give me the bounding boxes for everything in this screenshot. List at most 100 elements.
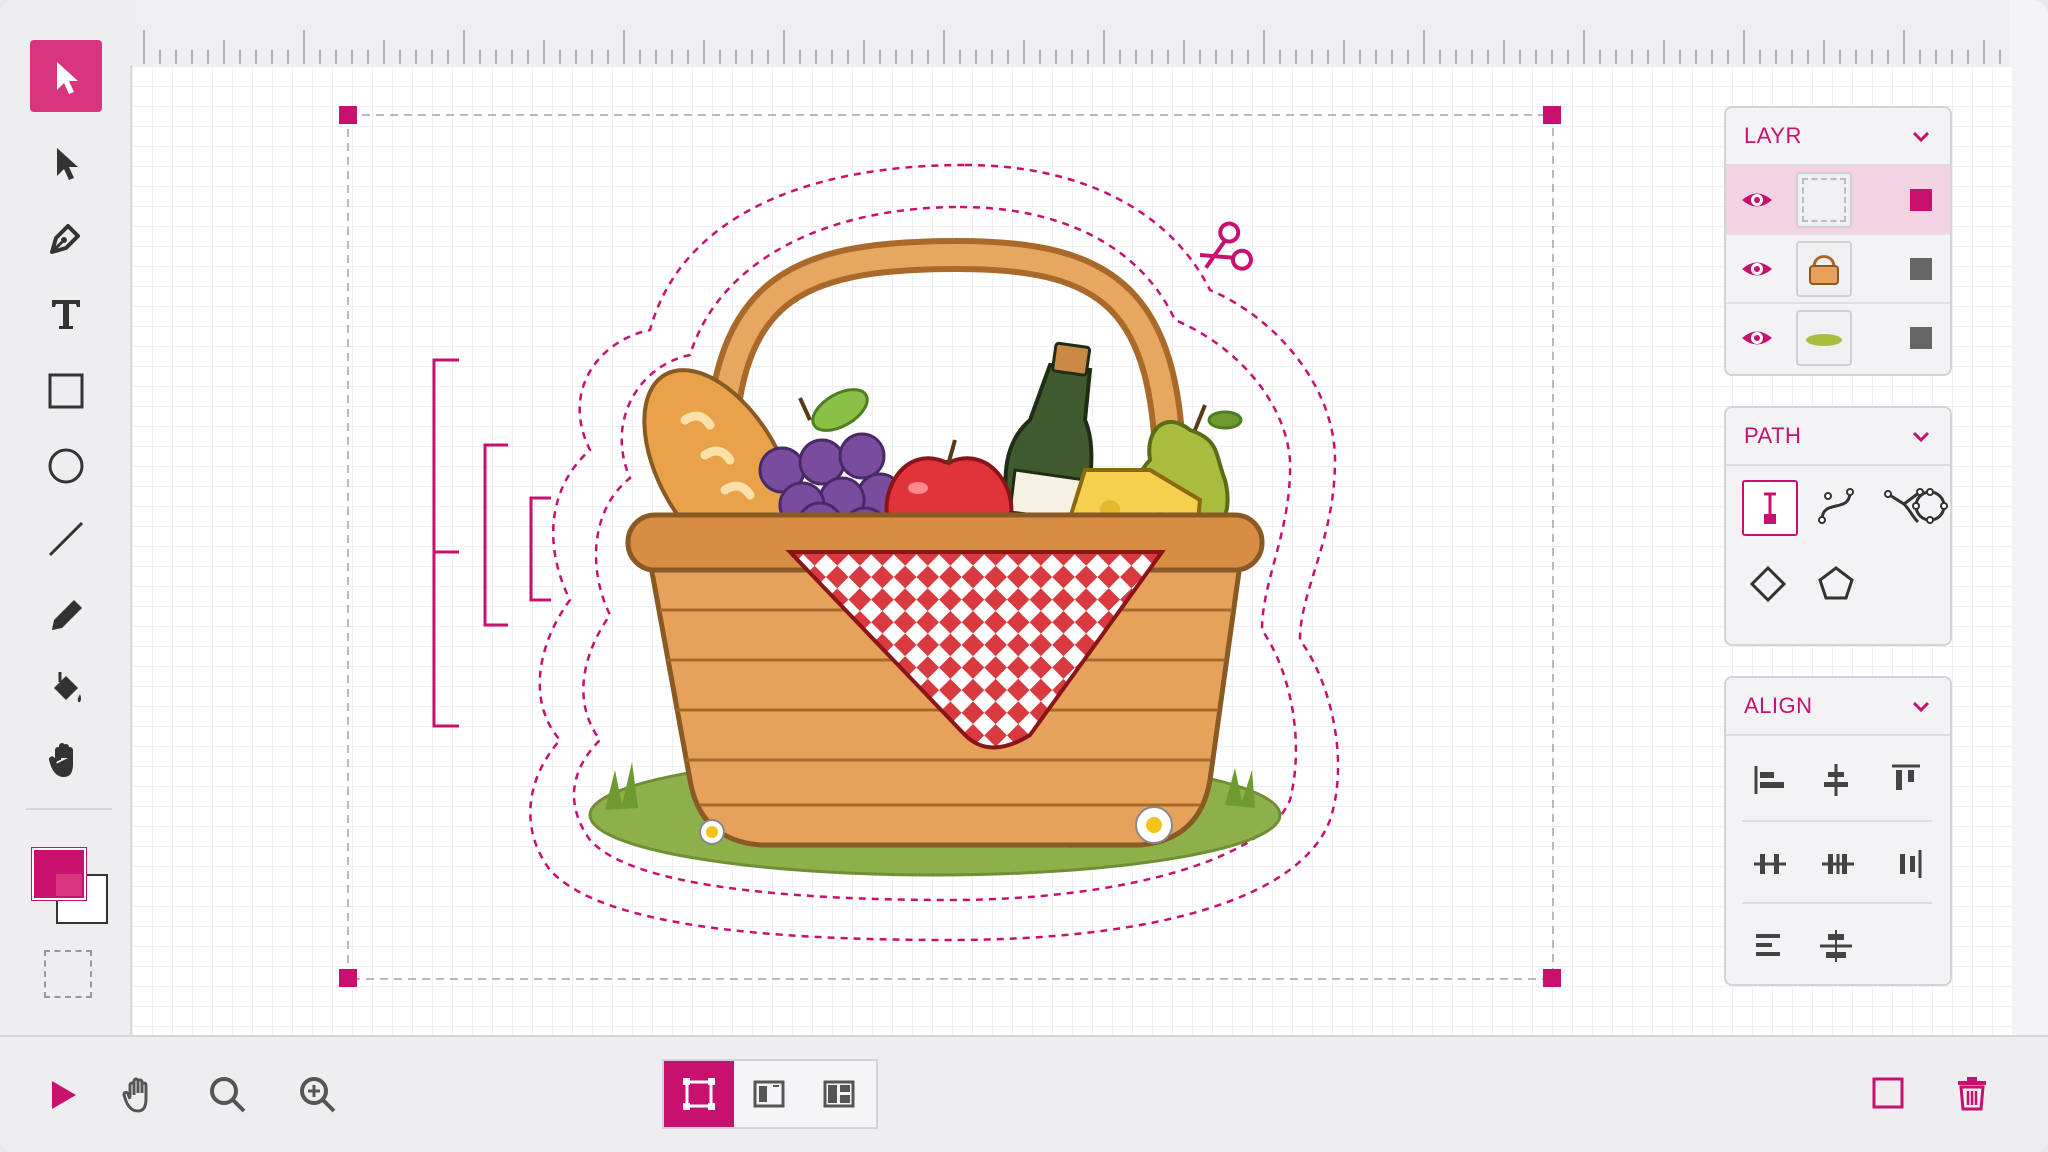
trash-icon	[1958, 1077, 1986, 1111]
ruler-ticks	[143, 30, 2001, 64]
selection-tool[interactable]	[30, 40, 102, 112]
align-center-horizontal-button[interactable]	[1814, 758, 1858, 802]
layer-color-indicator[interactable]	[1910, 188, 1932, 211]
delete-button[interactable]	[1944, 1065, 2000, 1121]
pen-tool[interactable]	[30, 202, 102, 274]
layer-color-indicator[interactable]	[1910, 257, 1932, 280]
chevron-down-icon[interactable]	[1910, 425, 1932, 447]
scissors-icon	[1199, 221, 1253, 271]
path-panel-header[interactable]: PATH	[1726, 408, 1950, 466]
align-middle-button[interactable]	[1814, 924, 1858, 968]
align-panel-header[interactable]: ALIGN	[1726, 678, 1950, 736]
pan-button[interactable]	[112, 1067, 168, 1123]
align-text-left-button[interactable]	[1748, 924, 1792, 968]
rectangle-tool[interactable]	[30, 355, 102, 427]
layer-row-ground[interactable]	[1726, 304, 1950, 371]
align-panel-title: ALIGN	[1744, 693, 1813, 718]
zoom-icon	[210, 1077, 246, 1113]
selection-arrow-icon	[57, 62, 78, 94]
corner-handle-br[interactable]	[1543, 969, 1561, 987]
align-middle-icon	[1820, 930, 1852, 962]
frame-button[interactable]	[1860, 1065, 1916, 1121]
circle-nodes-icon	[1912, 488, 1948, 524]
no-fill-swatch[interactable]	[44, 950, 92, 998]
line-icon	[48, 521, 84, 557]
bottom-toolbar	[0, 1035, 2048, 1152]
curve-tool[interactable]	[1810, 480, 1862, 532]
distribute-right-icon	[1900, 850, 1922, 878]
align-text-left-icon	[1756, 934, 1780, 956]
tools-panel	[0, 0, 132, 1035]
distribute-left-button[interactable]	[1748, 842, 1792, 886]
basket-thumbnail-icon	[1809, 254, 1839, 285]
artboard-view-icon	[683, 1078, 715, 1110]
type-tool[interactable]	[30, 278, 102, 350]
layer-thumbnail	[1796, 171, 1852, 228]
layer-color-indicator[interactable]	[1910, 326, 1932, 349]
corner-handle-bl[interactable]	[339, 969, 357, 987]
corner-handle-tl[interactable]	[339, 106, 357, 124]
distribute-center-icon	[1822, 854, 1854, 874]
layer-thumbnail	[1796, 309, 1852, 366]
align-divider	[1742, 902, 1932, 904]
split-view-button[interactable]	[734, 1061, 804, 1127]
diamond-nodes-icon	[1749, 565, 1787, 603]
horizontal-ruler[interactable]	[130, 0, 2010, 68]
path-panel-title: PATH	[1744, 423, 1802, 448]
align-panel: ALIGN	[1724, 676, 1952, 986]
view-mode-toggle	[662, 1059, 878, 1129]
text-icon	[52, 300, 80, 329]
layers-panel-title: LAYR	[1744, 123, 1802, 148]
basket-handle	[709, 243, 1181, 491]
distribute-right-button[interactable]	[1884, 842, 1928, 886]
hand-icon	[48, 743, 73, 777]
anchor-point-icon	[1764, 492, 1776, 524]
pen-nib-icon	[50, 224, 80, 254]
layer-row-cut-line[interactable]	[1726, 166, 1950, 235]
bleed-brackets	[432, 358, 551, 728]
pentagon-nodes-tool[interactable]	[1810, 558, 1862, 610]
pencil-icon	[52, 600, 82, 630]
align-top-button[interactable]	[1884, 758, 1928, 802]
layers-panel-header[interactable]: LAYR	[1726, 108, 1950, 166]
layer-row-basket[interactable]	[1726, 235, 1950, 304]
grid-view-button[interactable]	[804, 1061, 874, 1127]
grid-view-icon	[823, 1080, 855, 1108]
align-left-button[interactable]	[1748, 758, 1792, 802]
visibility-eye-icon[interactable]	[1740, 321, 1774, 355]
path-panel: PATH	[1724, 406, 1952, 646]
circle-nodes-tool[interactable]	[1904, 480, 1950, 532]
curve-icon	[1818, 488, 1854, 524]
line-tool[interactable]	[30, 503, 102, 575]
fill-color-overlap	[56, 874, 82, 896]
direct-select-tool[interactable]	[30, 126, 102, 198]
ellipse-tool[interactable]	[30, 430, 102, 502]
layer-thumbnail	[1796, 240, 1852, 297]
artboard-view-button[interactable]	[664, 1061, 734, 1127]
align-center-horizontal-icon	[1824, 764, 1848, 796]
visibility-eye-icon[interactable]	[1740, 183, 1774, 217]
ground-thumbnail-icon	[1806, 333, 1842, 346]
visibility-eye-icon[interactable]	[1740, 252, 1774, 286]
distribute-left-icon	[1754, 854, 1786, 874]
anchor-point-tool[interactable]	[1742, 480, 1798, 536]
diamond-nodes-tool[interactable]	[1742, 558, 1794, 610]
play-button[interactable]	[34, 1067, 90, 1123]
fill-tool[interactable]	[30, 652, 102, 724]
pencil-tool[interactable]	[30, 578, 102, 650]
chevron-down-icon[interactable]	[1910, 695, 1932, 717]
hand-tool[interactable]	[30, 724, 102, 796]
align-left-icon	[1754, 766, 1784, 794]
align-divider	[1742, 820, 1932, 822]
chevron-down-icon[interactable]	[1910, 125, 1932, 147]
rectangle-icon	[48, 373, 84, 409]
zoom-in-button[interactable]	[290, 1067, 346, 1123]
search-zoom-button[interactable]	[200, 1067, 256, 1123]
corner-handle-tr[interactable]	[1543, 106, 1561, 124]
zoom-in-icon	[300, 1077, 336, 1113]
play-icon	[52, 1081, 76, 1109]
pentagon-nodes-icon	[1818, 566, 1854, 600]
paint-bucket-icon	[54, 672, 81, 703]
direct-select-icon	[57, 148, 78, 180]
distribute-center-button[interactable]	[1816, 842, 1860, 886]
